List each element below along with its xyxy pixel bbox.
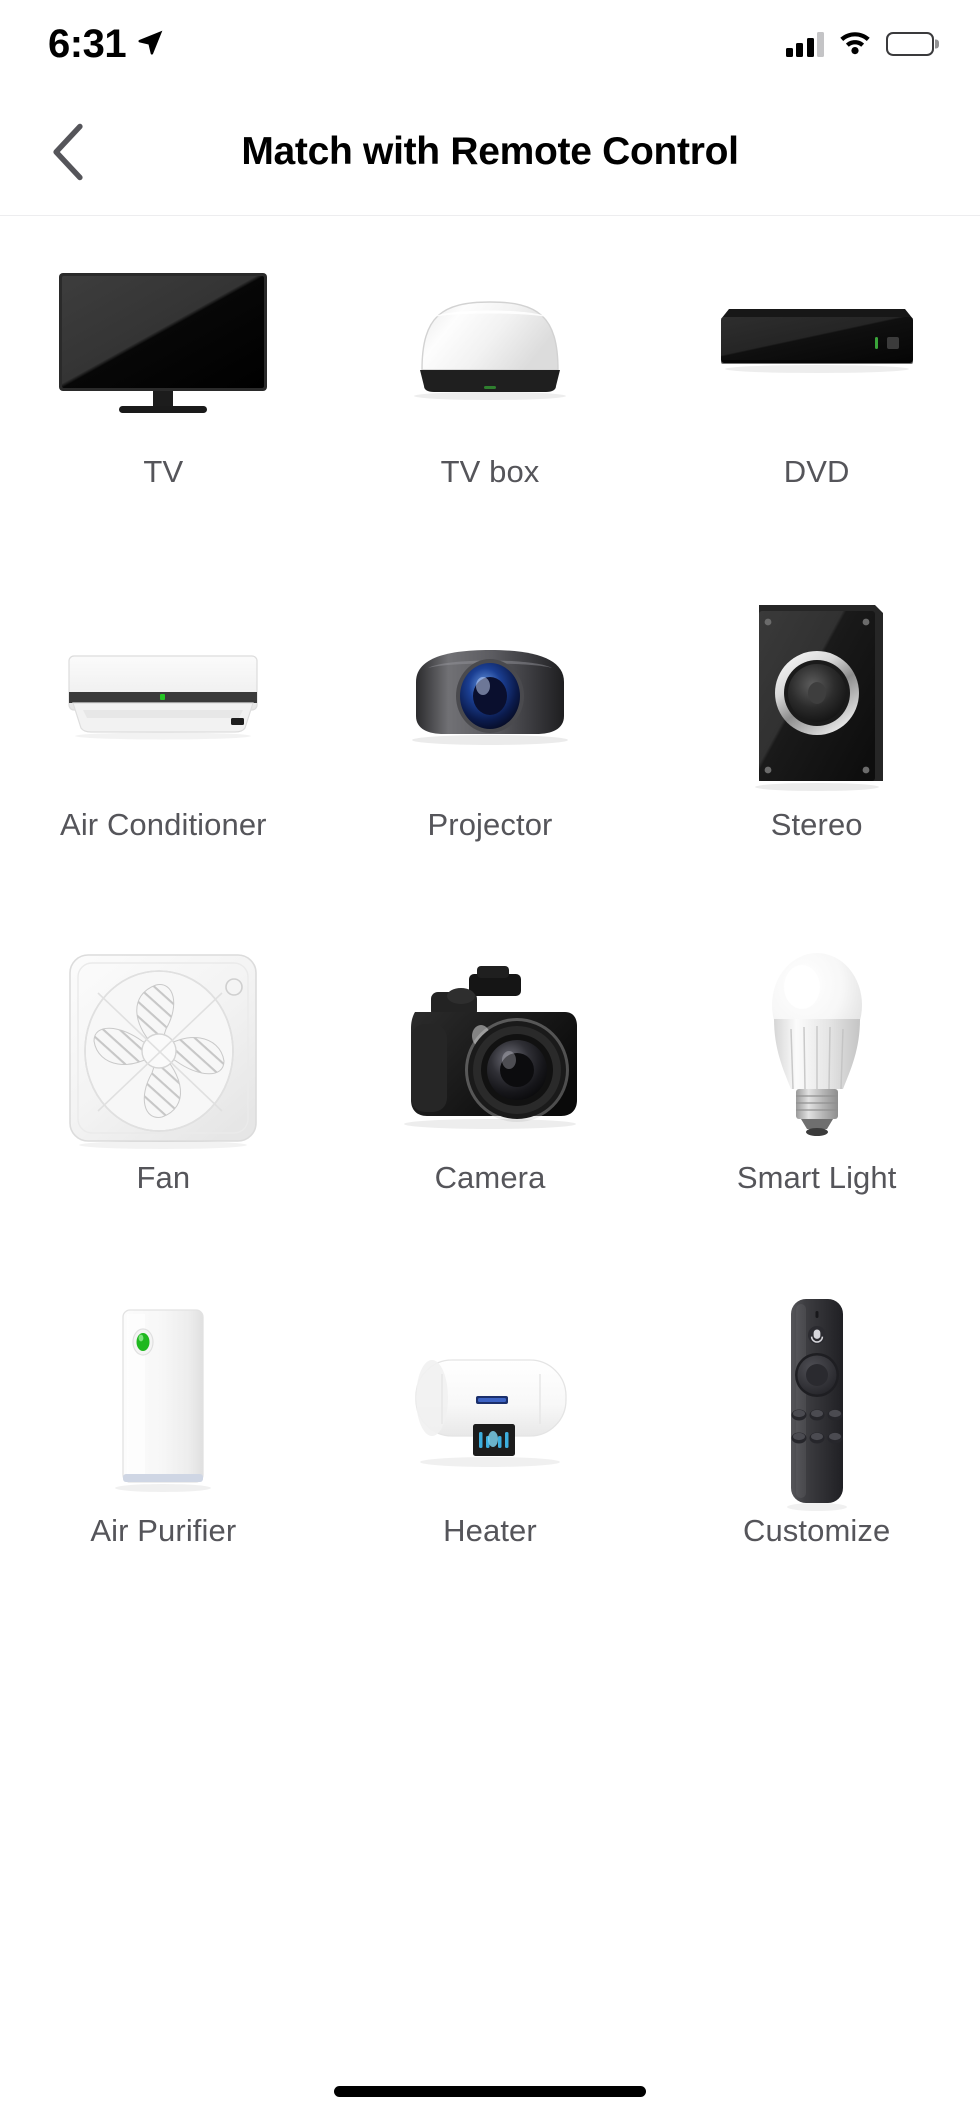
- cellular-signal-icon: [785, 31, 824, 57]
- device-item-air-conditioner[interactable]: Air Conditioner: [0, 569, 327, 922]
- device-item-air-purifier[interactable]: Air Purifier: [0, 1275, 327, 1628]
- device-label: Air Conditioner: [60, 807, 267, 842]
- device-label: Camera: [434, 1160, 546, 1195]
- tv-icon: [0, 216, 327, 456]
- device-label: Customize: [742, 1513, 891, 1548]
- device-label: TV box: [440, 454, 540, 489]
- back-button[interactable]: [30, 112, 106, 192]
- fan-icon: [0, 922, 327, 1162]
- page-title: Match with Remote Control: [241, 129, 739, 173]
- device-label: Stereo: [770, 807, 863, 842]
- device-item-dvd[interactable]: DVD: [653, 216, 980, 569]
- tv-box-icon: [327, 216, 654, 456]
- projector-icon: [327, 569, 654, 809]
- device-label: Fan: [136, 1160, 191, 1195]
- heater-icon: [327, 1275, 654, 1515]
- device-item-camera[interactable]: Camera: [327, 922, 654, 1275]
- device-item-smart-light[interactable]: Smart Light: [653, 922, 980, 1275]
- device-label: DVD: [783, 454, 850, 489]
- stereo-speaker-icon: [653, 569, 980, 809]
- device-item-heater[interactable]: Heater: [327, 1275, 654, 1628]
- device-label: Heater: [443, 1513, 537, 1548]
- home-indicator[interactable]: [334, 2086, 646, 2097]
- device-label: Air Purifier: [90, 1513, 237, 1548]
- wifi-icon: [837, 29, 873, 60]
- battery-icon: [886, 32, 934, 56]
- air-conditioner-icon: [0, 569, 327, 809]
- camera-icon: [327, 922, 654, 1162]
- status-bar-left: 6:31: [48, 24, 166, 64]
- dvd-player-icon: [653, 216, 980, 456]
- chevron-left-icon: [53, 123, 83, 180]
- light-bulb-icon: [653, 922, 980, 1162]
- device-item-stereo[interactable]: Stereo: [653, 569, 980, 922]
- device-label: Projector: [427, 807, 553, 842]
- page-header: Match with Remote Control: [0, 88, 980, 216]
- phone-screen: 6:31 Match with Remote Control TV TV box…: [0, 0, 980, 2121]
- status-bar: 6:31: [0, 0, 980, 88]
- device-item-projector[interactable]: Projector: [327, 569, 654, 922]
- device-item-tv-box[interactable]: TV box: [327, 216, 654, 569]
- device-label: TV: [143, 454, 184, 489]
- status-bar-clock: 6:31: [48, 22, 127, 66]
- device-item-tv[interactable]: TV: [0, 216, 327, 569]
- device-label: Smart Light: [736, 1160, 897, 1195]
- status-bar-right: [785, 29, 934, 60]
- device-item-fan[interactable]: Fan: [0, 922, 327, 1275]
- air-purifier-icon: [0, 1275, 327, 1515]
- device-item-customize[interactable]: Customize: [653, 1275, 980, 1628]
- remote-control-icon: [653, 1275, 980, 1515]
- location-arrow-icon: [136, 27, 166, 62]
- device-grid: TV TV box DVD Air Conditioner Projector …: [0, 216, 980, 1628]
